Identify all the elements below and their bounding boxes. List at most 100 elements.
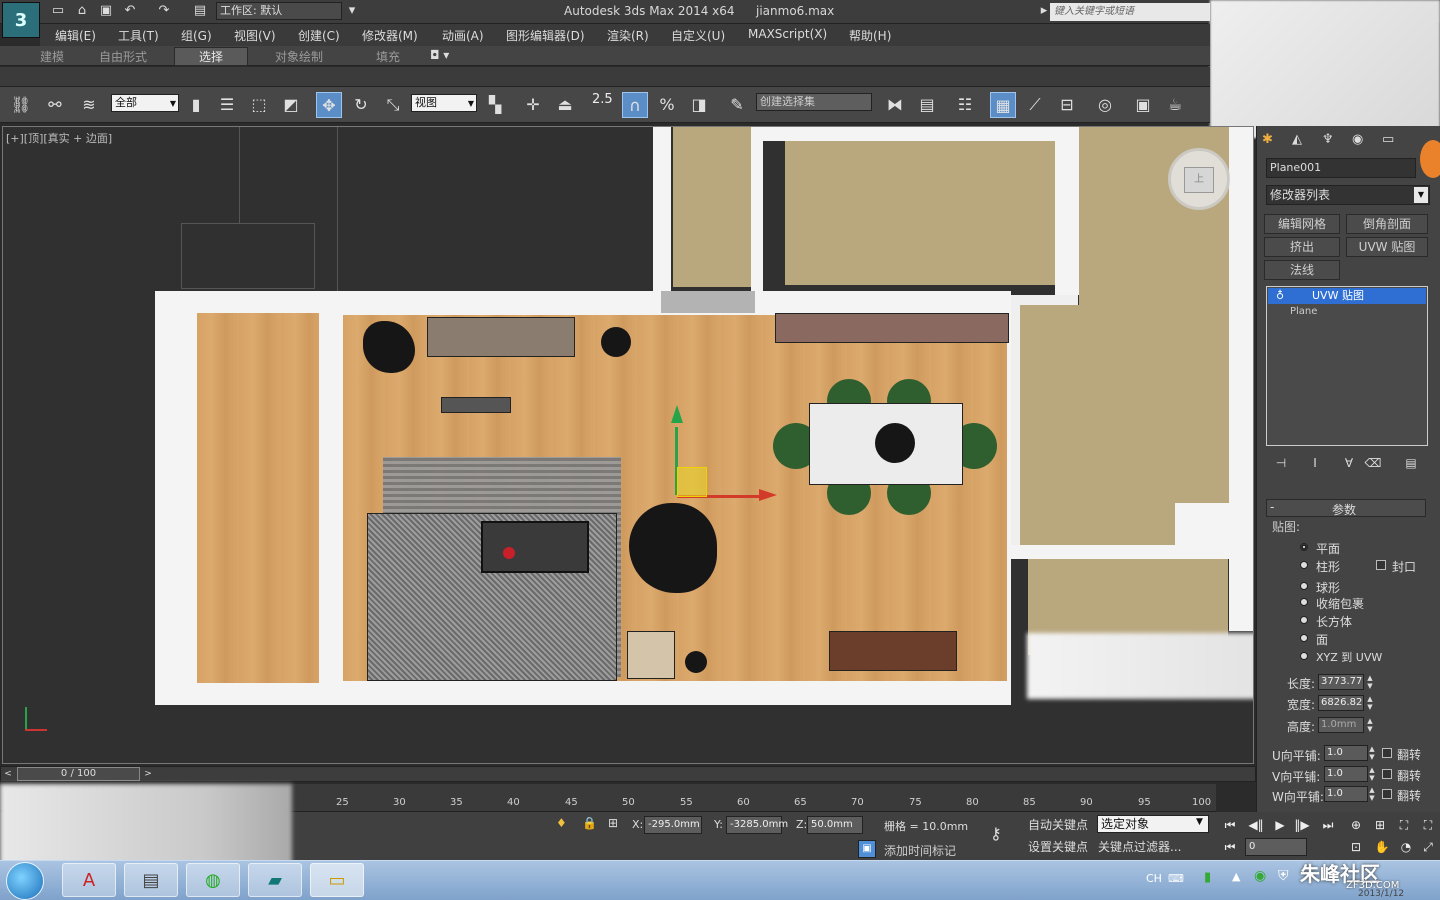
cap-checkbox[interactable] xyxy=(1376,560,1386,570)
ribbon-tab-object-paint[interactable]: 对象绘制 xyxy=(275,48,323,65)
scale-icon[interactable]: ⤡ xyxy=(380,92,406,118)
align-icon[interactable]: ▤ xyxy=(914,92,940,118)
app-menu-button[interactable]: 3 xyxy=(2,2,40,38)
ribbon-tab-freeform[interactable]: 自由形式 xyxy=(99,48,147,65)
isolate-selection-icon[interactable]: ♦ xyxy=(556,816,567,830)
go-to-end-icon[interactable]: ⏭ xyxy=(1318,816,1338,834)
scene-explorer-icon[interactable]: ▦ xyxy=(990,92,1016,118)
gizmo-y-arrow[interactable] xyxy=(671,405,683,423)
viewport-label[interactable]: [+][顶][真实 + 边面] xyxy=(6,130,112,146)
menu-animation[interactable]: 动画(A) xyxy=(442,27,484,44)
radio-planar[interactable] xyxy=(1300,543,1308,551)
new-file-icon[interactable]: ▭ xyxy=(50,3,66,19)
ref-coord-dropdown[interactable]: 视图 xyxy=(411,94,477,112)
zoom-extents-icon[interactable]: ⛶ xyxy=(1394,816,1414,834)
gizmo-x-arrow[interactable] xyxy=(759,489,777,501)
display-tab-icon[interactable]: ▭ xyxy=(1382,132,1394,147)
radio-xyz-to-uvw[interactable] xyxy=(1300,652,1308,660)
u-flip-checkbox[interactable] xyxy=(1382,748,1392,758)
menu-modifiers[interactable]: 修改器(M) xyxy=(362,27,418,44)
ribbon-tab-modeling[interactable]: 建模 xyxy=(40,48,64,65)
key-selection-dropdown[interactable]: 选定对象 xyxy=(1097,815,1209,833)
absolute-mode-icon[interactable]: ⊞ xyxy=(608,816,618,830)
taskbar-app-autocad-icon[interactable]: A xyxy=(62,863,116,897)
tray-app-icon[interactable]: ◉ xyxy=(1254,868,1266,884)
zoom-extents-all-icon[interactable]: ⛶ xyxy=(1418,816,1438,834)
ribbon-options-icon[interactable]: ◘ ▾ xyxy=(430,48,449,62)
redo-icon[interactable]: ↷ xyxy=(156,3,172,19)
menu-maxscript[interactable]: MAXScript(X) xyxy=(748,27,827,41)
modifier-btn-uvw-map[interactable]: UVW 贴图 xyxy=(1346,237,1428,257)
zoom-icon[interactable]: ⊕ xyxy=(1346,816,1366,834)
time-slider[interactable] xyxy=(0,766,1256,782)
selection-filter-dropdown[interactable]: 全部 xyxy=(111,94,179,112)
u-tile-arrows[interactable]: ▲ ▼ xyxy=(1368,745,1376,761)
taskbar-app-explorer-icon[interactable]: ▭ xyxy=(310,863,364,897)
percent-snap-icon[interactable]: % xyxy=(654,92,680,118)
keyboard-shortcut-icon[interactable]: ⏏ xyxy=(552,92,578,118)
auto-key-button[interactable]: 自动关键点 xyxy=(1028,816,1092,834)
menu-group[interactable]: 组(G) xyxy=(181,27,212,44)
hierarchy-tab-icon[interactable]: ♆ xyxy=(1322,132,1334,147)
modifier-list-dropdown[interactable]: 修改器列表 xyxy=(1266,185,1430,205)
go-to-start-icon[interactable]: ⏮ xyxy=(1220,816,1240,834)
x-coord-field[interactable]: -295.0mm xyxy=(644,816,702,834)
prev-frame-arrow[interactable]: < xyxy=(2,767,14,781)
length-spinner-arrows[interactable]: ▲ ▼ xyxy=(1366,674,1374,690)
keyboard-icon[interactable]: ⌨ xyxy=(1168,872,1184,885)
angle-snap-icon[interactable]: ∩ xyxy=(622,92,648,118)
open-file-icon[interactable]: ⌂ xyxy=(74,3,90,19)
next-key-icon[interactable]: ‖▶ xyxy=(1292,816,1312,834)
pivot-center-icon[interactable]: ▚ xyxy=(482,92,508,118)
render-teapot-icon[interactable]: ☕ xyxy=(1162,92,1188,118)
project-folder-icon[interactable]: ▤ xyxy=(192,3,208,19)
taskbar-app-browser-icon[interactable]: ◍ xyxy=(186,863,240,897)
modifier-btn-bevel-profile[interactable]: 倒角剖面 xyxy=(1346,214,1428,234)
material-editor-icon[interactable]: ◎ xyxy=(1092,92,1118,118)
select-manipulate-icon[interactable]: ✛ xyxy=(520,92,546,118)
unlink-icon[interactable]: ⚯ xyxy=(42,92,68,118)
rect-selection-icon[interactable]: ⬚ xyxy=(246,92,272,118)
y-coord-field[interactable]: -3285.0mm xyxy=(726,816,788,834)
mirror-icon[interactable]: ⧓ xyxy=(882,92,908,118)
modifier-btn-edit-mesh[interactable]: 编辑网格 xyxy=(1264,214,1340,234)
u-tile-spinner[interactable]: 1.0 xyxy=(1324,745,1368,761)
lightbulb-icon[interactable]: ♁ xyxy=(1276,289,1284,302)
prev-key-icon[interactable]: ◀‖ xyxy=(1246,816,1266,834)
start-button[interactable] xyxy=(6,862,44,900)
make-unique-icon[interactable]: ∀ xyxy=(1340,454,1358,472)
key-filters-button[interactable]: 关键点过滤器... xyxy=(1098,838,1181,855)
add-time-tag-label[interactable]: 添加时间标记 xyxy=(884,842,956,859)
bind-space-warp-icon[interactable]: ≋ xyxy=(76,92,102,118)
spinner-snap-icon[interactable]: ◨ xyxy=(686,92,712,118)
select-by-name-icon[interactable]: ☰ xyxy=(214,92,240,118)
taskbar-app-notes-icon[interactable]: ▤ xyxy=(124,863,178,897)
rotate-icon[interactable]: ↻ xyxy=(348,92,374,118)
radio-shrink-wrap[interactable] xyxy=(1300,598,1308,606)
height-spinner-arrows[interactable]: ▲ ▼ xyxy=(1366,717,1374,733)
schematic-view-icon[interactable]: ⊟ xyxy=(1054,92,1080,118)
modifier-btn-normal[interactable]: 法线 xyxy=(1264,260,1340,280)
gizmo-xy-plane[interactable] xyxy=(677,467,707,497)
time-slider-thumb[interactable]: 0 / 100 xyxy=(17,767,140,781)
chevron-down-icon[interactable]: ▾ xyxy=(344,3,360,19)
orbit-icon[interactable]: ◔ xyxy=(1396,838,1416,856)
workspace-dropdown[interactable]: 工作区: 默认 xyxy=(216,2,342,20)
input-language[interactable]: CH xyxy=(1146,872,1162,885)
object-color-swatch[interactable] xyxy=(1420,140,1440,178)
snap-toggle-value[interactable]: 2.5 xyxy=(592,92,613,107)
v-tile-spinner[interactable]: 1.0 xyxy=(1324,766,1368,782)
create-tab-icon[interactable]: ✱ xyxy=(1262,132,1273,147)
modifier-btn-extrude[interactable]: 挤出 xyxy=(1264,237,1340,257)
pan-icon[interactable]: ✋ xyxy=(1372,838,1392,856)
v-tile-arrows[interactable]: ▲ ▼ xyxy=(1368,766,1376,782)
ribbon-tab-selection[interactable]: 选择 xyxy=(199,48,223,65)
key-icon[interactable]: ⚷ xyxy=(990,824,1002,843)
taskbar-app-3dsmax-icon[interactable]: ▰ xyxy=(248,863,302,897)
select-object-icon[interactable]: ▮ xyxy=(183,92,209,118)
radio-face[interactable] xyxy=(1300,634,1308,642)
zoom-all-icon[interactable]: ⊞ xyxy=(1370,816,1390,834)
save-file-icon[interactable]: ▣ xyxy=(98,3,114,19)
radio-box[interactable] xyxy=(1300,616,1308,624)
tray-expand-icon[interactable]: ▲ xyxy=(1232,870,1240,883)
